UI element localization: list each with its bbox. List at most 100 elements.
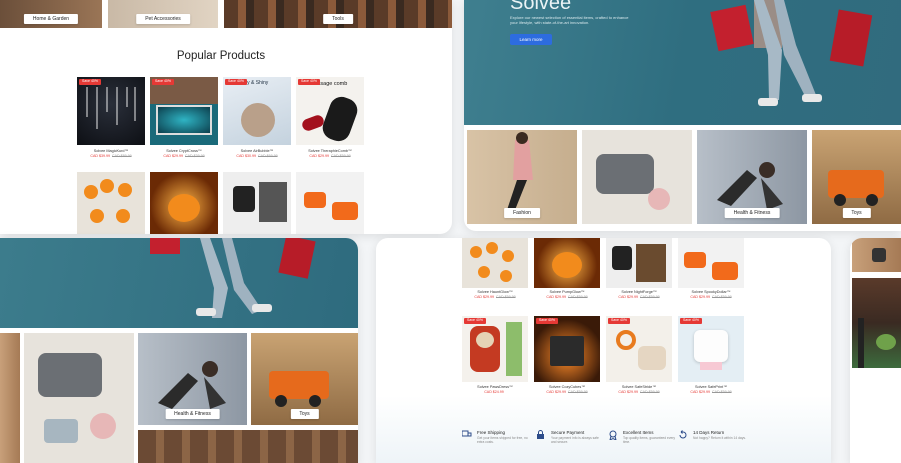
- category-label: Home & Garden: [23, 14, 79, 24]
- product-image: [534, 316, 600, 382]
- category-label: Pet Accessories: [136, 14, 190, 24]
- product-name: Solvee CryptCross™: [166, 149, 202, 153]
- hero-shopper-image: [710, 0, 873, 106]
- product-card[interactable]: Save 40% Solvee SafePrint™ CAD $29.99 CAD…: [678, 316, 744, 398]
- feature-subtitle: Your payment info is always safe and sec…: [551, 436, 599, 444]
- category-tile-partial[interactable]: [852, 238, 901, 272]
- product-price: CAD $30.99 CAD $69.99: [236, 154, 278, 158]
- product-card[interactable]: Save 40% Solvee MagicKurd™ CAD $39.99 CAD…: [77, 77, 145, 167]
- product-card[interactable]: Save 40% Solvee PawsDress™ CAD $24.99: [462, 316, 528, 398]
- product-image: [606, 238, 672, 288]
- product-image: Constantly & Shiny: [223, 77, 291, 145]
- hero-shopper-image: [150, 238, 316, 318]
- product-price: CAD $24.99: [484, 390, 504, 394]
- product-image: [150, 77, 218, 145]
- product-image[interactable]: [223, 172, 291, 234]
- product-price: CAD $29.99 CAD $59.99: [474, 295, 516, 299]
- category-tile-tools[interactable]: Tools: [224, 0, 452, 28]
- product-price: CAD $29.99 CAD $59.99: [690, 390, 732, 394]
- product-image[interactable]: [77, 172, 145, 234]
- feature-subtitle: Get your items shipped for free, no extr…: [477, 436, 528, 444]
- hero-banner: Solvee Explore our newest selection of e…: [464, 0, 901, 125]
- product-name: Solvee SpookyDollar™: [691, 290, 731, 294]
- product-name: Solvee PawsDress™: [477, 385, 513, 389]
- product-name: Solvee SafeStride™: [621, 385, 657, 389]
- return-icon: [679, 430, 687, 439]
- product-name: Solvee AirBubble™: [240, 149, 274, 153]
- sale-badge: Save 40%: [464, 318, 486, 324]
- category-tile-toys[interactable]: Toys: [251, 333, 358, 425]
- feature-subtitle: Not happy? Return it within 14 days.: [693, 436, 746, 440]
- product-card[interactable]: Solvee PumpGlow™ CAD $29.99 CAD $59.99: [534, 238, 600, 299]
- category-label: Health & Fitness: [724, 208, 780, 218]
- product-card[interactable]: Constantly & Shiny Save 40% Solvee AirBu…: [223, 77, 291, 167]
- product-image: [678, 316, 744, 382]
- product-card[interactable]: Save 40% Solvee CryptCross™ CAD $29.99 CA…: [150, 77, 218, 167]
- product-image: [534, 238, 600, 288]
- product-price: CAD $29.99 CAD $59.99: [546, 390, 588, 394]
- product-price: CAD $29.99 CAD $39.99: [163, 154, 205, 158]
- sale-badge: Save 40%: [152, 79, 174, 85]
- product-name: Solvee SafePrint™: [694, 385, 728, 389]
- product-card[interactable]: Solvee SpookyDollar™ CAD $29.99 CAD $59.9…: [678, 238, 744, 299]
- product-image[interactable]: [296, 172, 364, 234]
- panel-side-sliver: [850, 238, 901, 463]
- category-label: Toys: [290, 409, 319, 419]
- product-card[interactable]: massage comb Save 40% Solvee TheraphieCo…: [296, 77, 364, 167]
- category-tile-health-fitness[interactable]: Health & Fitness: [138, 333, 247, 425]
- product-name: Solvee NightForge™: [621, 290, 657, 294]
- product-name: Solvee HauntGlow™: [477, 290, 513, 294]
- truck-icon: [462, 430, 472, 437]
- category-tile-garden[interactable]: [852, 278, 901, 368]
- product-image: [462, 316, 528, 382]
- icicle-lights-image: [86, 87, 136, 129]
- sale-badge: Save 40%: [79, 79, 101, 85]
- category-label: Health & Fitness: [165, 409, 220, 419]
- product-card[interactable]: Save 40% Solvee SafeStride™ CAD $29.99 CA…: [606, 316, 672, 398]
- product-image: massage comb: [296, 77, 364, 145]
- category-label: Tools: [323, 14, 353, 24]
- product-image[interactable]: [150, 172, 218, 234]
- feature-title: 14 Days Return: [693, 430, 725, 435]
- category-tile-bags[interactable]: [24, 333, 134, 463]
- panel-hero: Solvee Explore our newest selection of e…: [464, 0, 901, 231]
- category-tile-home-garden[interactable]: Home & Garden: [0, 0, 102, 28]
- product-card[interactable]: Save 40% Solvee CozyCubes™ CAD $29.99 CAD…: [534, 316, 600, 398]
- sale-badge: Save 40%: [298, 79, 320, 85]
- product-image: [606, 316, 672, 382]
- sale-badge: Save 40%: [225, 79, 247, 85]
- category-tile-bags[interactable]: [582, 130, 692, 224]
- product-price: CAD $29.99 CAD $59.99: [309, 154, 351, 158]
- category-tile-pet[interactable]: Pet Accessories: [108, 0, 218, 28]
- product-name: Solvee TheraphieComb™: [308, 149, 352, 153]
- feature-title: Secure Payment: [551, 430, 585, 435]
- feature-title: Excellent Items: [623, 430, 654, 435]
- product-price: CAD $29.99 CAD $59.99: [690, 295, 732, 299]
- feature-subtitle: Top quality items, guaranteed every time…: [623, 436, 676, 444]
- category-tile-health-fitness[interactable]: Health & Fitness: [697, 130, 807, 224]
- award-icon: [609, 430, 617, 440]
- product-card[interactable]: Solvee HauntGlow™ CAD $29.99 CAD $59.99: [462, 238, 528, 299]
- feature-title: Free Shipping: [477, 430, 506, 435]
- panel-categories: Health & Fitness Toys: [0, 238, 358, 463]
- sale-badge: Save 40%: [536, 318, 558, 324]
- panel-popular-products: Home & Garden Pet Accessories Tools Popu…: [0, 0, 452, 234]
- product-image: [678, 238, 744, 288]
- category-tile-fashion[interactable]: Fashion: [467, 130, 577, 224]
- category-tile-wood[interactable]: [0, 333, 20, 463]
- product-card[interactable]: Solvee NightForge™ CAD $29.99 CAD $59.99: [606, 238, 672, 299]
- category-tile-tools[interactable]: [138, 430, 358, 463]
- product-image: [77, 77, 145, 145]
- section-title: Popular Products: [176, 50, 266, 62]
- panel-product-grid: Solvee HauntGlow™ CAD $29.99 CAD $59.99 S…: [376, 238, 831, 463]
- category-label: Toys: [842, 208, 871, 218]
- category-label: Fashion: [504, 208, 540, 218]
- sale-badge: Save 40%: [680, 318, 702, 324]
- category-tile-toys[interactable]: Toys: [812, 130, 901, 224]
- sale-badge: Save 40%: [608, 318, 630, 324]
- product-name: Solvee CozyCubes™: [548, 385, 586, 389]
- product-price: CAD $29.99 CAD $59.99: [618, 295, 660, 299]
- product-price: CAD $39.99 CAD $89.99: [90, 154, 132, 158]
- hero-banner-strip: [0, 238, 358, 328]
- product-name: Solvee MagicKurd™: [93, 149, 129, 153]
